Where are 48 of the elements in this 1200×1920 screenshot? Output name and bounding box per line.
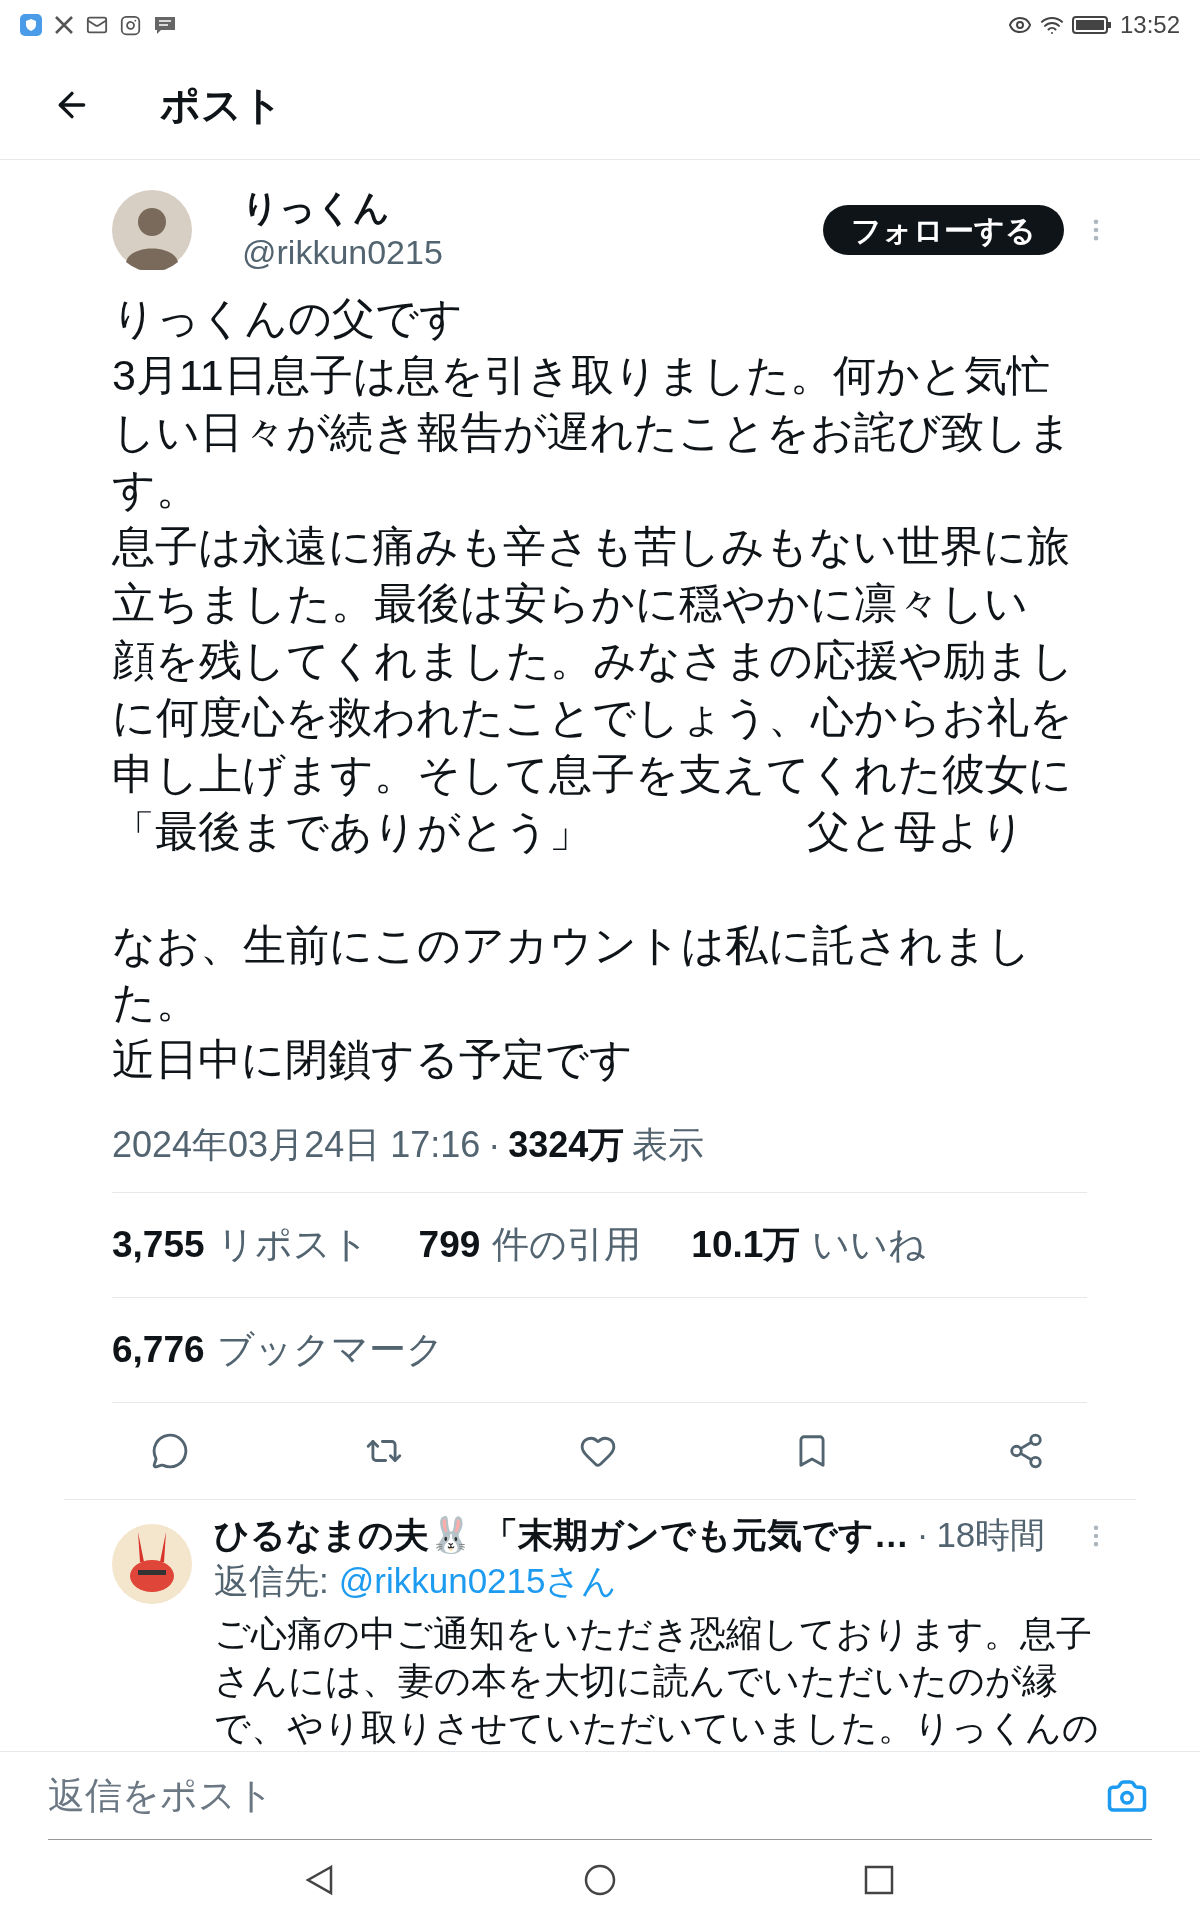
mail-icon [86,14,108,36]
stat-count[interactable]: 3,755 [112,1217,205,1273]
stat-label[interactable]: 件の引用 [492,1217,642,1273]
reply-to-label: 返信先: [214,1560,329,1603]
shield-app-icon [20,14,42,36]
post-text-line: 近日中に閉鎖する予定です [112,1034,634,1085]
instagram-icon [120,14,141,36]
x-logo-icon [54,15,74,35]
stat-label[interactable]: いいね [812,1217,927,1273]
clock-time: 13:52 [1119,10,1180,40]
post-text-line: 息子は永遠に痛みも辛さも苦しみもない世界に旅 [112,521,1071,572]
stat-label[interactable]: リポスト [216,1217,369,1273]
post-text-line: しい日々が続き報告が遅れたことをお詫び致しま [112,407,1073,458]
reply-text-line: で、やり取りさせていただいていました。りっくんの [214,1706,1100,1750]
post-text-line: に何度心を救われたことでしょう、心からお礼を [112,692,1074,743]
share-icon[interactable] [1007,1432,1045,1470]
view-count: 3324万 [508,1123,625,1167]
reply-text-line: ご心痛の中ご通知をいただき恐縮しております。息子 [214,1612,1093,1656]
post-text-line: 3月11日息子は息を引き取りました。何かと気忙 [112,350,1051,401]
author-name: りっくん [242,186,391,230]
follow-button[interactable]: フォローする [823,205,1064,255]
chat-app-icon [153,15,177,35]
post-text-line: す。 [112,464,200,515]
reply-time: 18時間 [936,1514,1046,1557]
separator-dot: · [916,1514,929,1557]
reply-author-name: ひるなまの夫🐰 「末期ガンでも元気です… [214,1514,909,1557]
recents-nav-icon[interactable] [863,1864,895,1896]
author-handle: @rikkun0215 [242,232,443,273]
post-text-line: 「最後までありがとう」 父と母より [112,806,1026,857]
post-text-line: 申し上げます。そして息子を支えてくれた彼女に [112,749,1073,800]
post-text-line: 顔を残してくれました。みなさまの応援や励まし [112,635,1075,686]
bookmark-count: 6,776 [112,1328,205,1373]
reply-icon[interactable] [151,1432,189,1470]
views-label: 表示 [632,1123,705,1167]
post-timestamp: 2024年03月24日 17:16 [112,1123,481,1167]
post-text-line: た。 [112,977,200,1028]
home-nav-icon[interactable] [583,1863,617,1897]
post-text-line: なお、生前にこのアカウントは私に託されまし [112,920,1032,971]
reply-text-line: さんには、妻の本を大切に読んでいただいたのが縁 [214,1659,1059,1703]
post-text-line: りっくんの父です [112,293,464,344]
stat-count[interactable]: 799 [418,1217,481,1273]
separator-dot: · [488,1123,501,1167]
stat-count[interactable]: 10.1万 [691,1217,801,1273]
page-title: ポスト [160,81,283,129]
bookmark-label: ブックマーク [216,1328,444,1373]
post-text-line: 立ちました。最後は安らかに穏やかに凛々しい [112,578,1029,629]
reply-input-field[interactable]: 返信をポスト [48,1767,1086,1824]
battery-icon [1071,15,1112,35]
